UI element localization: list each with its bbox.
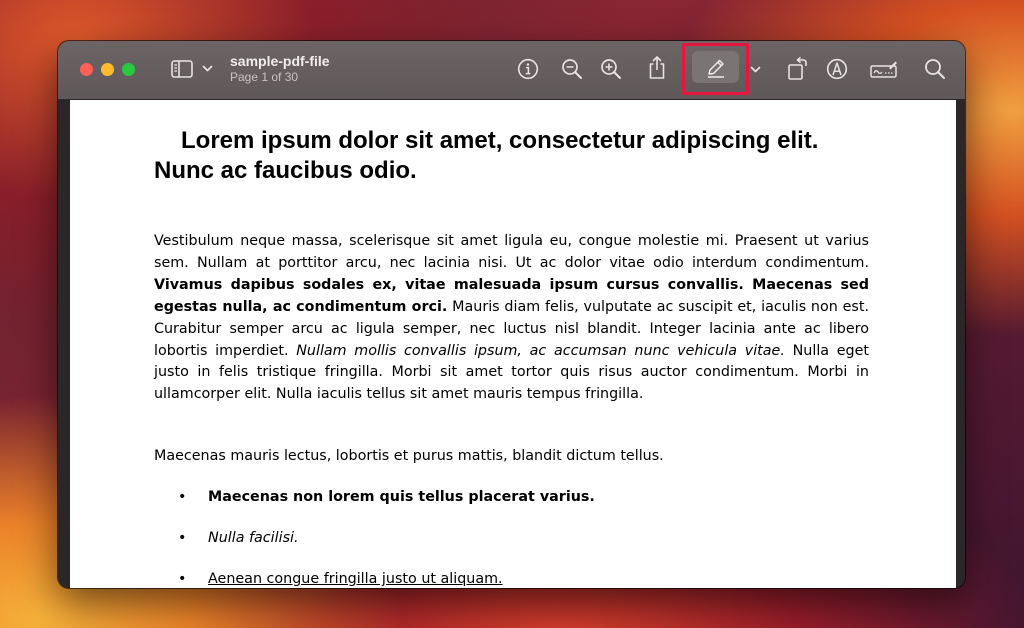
document-heading: Lorem ipsum dolor sit amet, consectetur …: [154, 127, 819, 184]
preview-window: sample-pdf-file Page 1 of 30 Lorem ipsum…: [58, 41, 965, 588]
list-item: • Nulla facilisi.: [154, 527, 869, 568]
highlight-annotation-box: [682, 43, 749, 95]
bullet-icon: •: [178, 530, 187, 546]
title-bar: sample-pdf-file Page 1 of 30: [58, 41, 965, 100]
info-icon[interactable]: [517, 58, 539, 80]
paragraph-1-text: Vestibulum neque massa, scelerisque sit …: [154, 233, 869, 271]
list-item-text: Maecenas non lorem quis tellus placerat …: [208, 489, 595, 505]
bullet-icon: •: [178, 489, 187, 505]
fullscreen-button[interactable]: [122, 63, 135, 76]
paragraph-1-italic-text: Nullam mollis convallis ipsum, ac accums…: [296, 342, 785, 359]
list-item: • Aenean congue fringilla justo ut aliqu…: [154, 568, 869, 588]
rotate-icon[interactable]: [787, 57, 809, 81]
signature-icon[interactable]: [870, 59, 898, 79]
search-icon[interactable]: [924, 58, 946, 80]
document-view[interactable]: Lorem ipsum dolor sit amet, consectetur …: [58, 100, 965, 588]
list-item-link-text[interactable]: Aenean congue fringilla justo ut aliquam…: [208, 571, 503, 587]
bullet-list: • Maecenas non lorem quis tellus placera…: [154, 486, 869, 588]
chevron-down-icon[interactable]: [750, 66, 761, 74]
list-item: • Maecenas non lorem quis tellus placera…: [154, 486, 869, 527]
share-icon[interactable]: [647, 55, 667, 80]
zoom-out-icon[interactable]: [561, 58, 583, 80]
list-item-text: Nulla facilisi.: [208, 530, 299, 546]
document-title-block: sample-pdf-file Page 1 of 30: [230, 52, 330, 85]
bullet-icon: •: [178, 571, 187, 587]
minimize-button[interactable]: [101, 63, 114, 76]
zoom-in-icon[interactable]: [600, 58, 622, 80]
close-button[interactable]: [80, 63, 93, 76]
pdf-page[interactable]: Lorem ipsum dolor sit amet, consectetur …: [70, 100, 956, 588]
paragraph-2: Maecenas mauris lectus, lobortis et puru…: [154, 448, 664, 464]
sidebar-icon[interactable]: [171, 60, 193, 78]
document-name: sample-pdf-file: [230, 53, 330, 69]
markup-icon[interactable]: [826, 58, 848, 80]
paragraph-1: Vestibulum neque massa, scelerisque sit …: [154, 231, 869, 406]
chevron-down-icon[interactable]: [202, 65, 213, 73]
page-indicator: Page 1 of 30: [230, 70, 299, 84]
